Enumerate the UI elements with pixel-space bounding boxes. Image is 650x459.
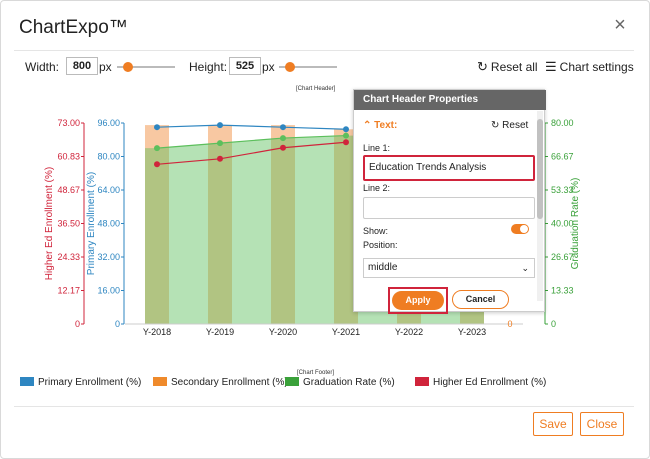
point-graduation [343, 132, 349, 139]
x-tick-label: Y-2020 [269, 327, 297, 337]
chevron-up-icon: ⌃ [363, 120, 375, 131]
height-slider-handle[interactable] [285, 62, 295, 72]
legend-swatch [153, 377, 167, 386]
y-tick-label: 13.33 [551, 286, 574, 296]
y-tick-label: 96.00 [97, 118, 120, 128]
legend-item-graduation[interactable]: Graduation Rate (%) [285, 377, 395, 388]
chevron-down-icon: ⌄ [521, 263, 529, 273]
close-button[interactable]: Close [580, 412, 624, 436]
legend-item-primary[interactable]: Primary Enrollment (%) [20, 377, 141, 388]
y-tick-label: 0 [115, 319, 120, 329]
y-tick-label: 66.67 [551, 152, 574, 162]
point-higher-ed [343, 139, 349, 146]
line-primary [156, 124, 347, 130]
point-higher-ed [154, 161, 160, 168]
line2-label: Line 2: [363, 183, 391, 193]
show-toggle[interactable] [511, 224, 529, 234]
point-graduation [154, 145, 160, 152]
text-section-toggle[interactable]: ⌃ Text: [363, 120, 397, 131]
x-tick-label: Y-2018 [143, 327, 171, 337]
panel-reset-button[interactable]: ↻ Reset [491, 120, 528, 131]
apply-highlight: Apply [388, 287, 448, 314]
point-graduation [280, 135, 286, 142]
width-slider-handle[interactable] [123, 62, 133, 72]
legend-label: Primary Enrollment (%) [38, 377, 142, 388]
width-label: Width: [25, 60, 60, 74]
line1-label: Line 1: [363, 143, 391, 153]
chart-legend: Primary Enrollment (%) Secondary Enrollm… [20, 377, 630, 391]
footer-divider [14, 406, 634, 407]
x-tick-label: Y-2021 [332, 327, 360, 337]
reset-all-button[interactable]: ↻ Reset all [477, 59, 538, 75]
position-label: Position: [363, 240, 398, 250]
reset-icon: ↻ [477, 59, 488, 74]
y-tick-label: 48.67 [57, 185, 80, 195]
y-tick-label: 48.00 [97, 219, 120, 229]
position-select[interactable]: middle ⌄ [363, 258, 535, 278]
text-section-label: Text: [374, 120, 398, 131]
point-higher-ed [217, 155, 223, 162]
chart-settings-label: Chart settings [559, 60, 634, 74]
reset-all-label: Reset all [490, 60, 538, 74]
width-unit: px [99, 60, 112, 74]
y-tick-label: 73.00 [57, 118, 80, 128]
save-button[interactable]: Save [533, 412, 573, 436]
y-tick-label: 80.00 [97, 152, 120, 162]
cancel-button[interactable]: Cancel [452, 290, 509, 309]
height-input[interactable]: 525 [229, 57, 261, 75]
y-axis-title-primary: Primary Enrollment (%) [86, 172, 97, 275]
y-axis-title-graduation: Graduation Rate (%) [570, 178, 581, 270]
height-unit: px [262, 60, 275, 74]
reset-icon: ↻ [491, 120, 503, 131]
chart-footer-placeholder[interactable]: [Chart Footer] [297, 370, 334, 376]
y-tick-label: 60.83 [57, 152, 80, 162]
line1-input[interactable]: Education Trends Analysis [363, 155, 535, 181]
y-tick-label: 64.00 [97, 185, 120, 195]
y-tick-label: 32.00 [97, 252, 120, 262]
y-tick-label: 12.17 [57, 286, 80, 296]
legend-swatch [415, 377, 429, 386]
legend-item-higher-ed[interactable]: Higher Ed Enrollment (%) [415, 377, 546, 388]
point-graduation [217, 140, 223, 147]
point-primary [217, 122, 223, 129]
width-input[interactable]: 800 [66, 57, 98, 75]
chart-canvas: 73.00 60.83 48.67 36.50 24.33 12.17 0 Higher Ed… [44, 118, 581, 337]
chart-header-properties-panel: Chart Header Properties ⌃ Text: ↻ Reset … [353, 89, 546, 314]
sliders-icon: ☰ [545, 59, 557, 74]
legend-label: Graduation Rate (%) [303, 377, 395, 388]
chart-settings-button[interactable]: ☰ Chart settings [545, 59, 634, 75]
point-primary [154, 124, 160, 131]
point-higher-ed [280, 144, 286, 151]
panel-title: Chart Header Properties [354, 90, 546, 110]
y-axis-title-higher_ed: Higher Ed Enrollment (%) [44, 167, 55, 280]
panel-reset-label: Reset [502, 120, 529, 131]
x-tick-label: Y-2019 [206, 327, 234, 337]
position-value: middle [368, 262, 398, 273]
y-tick-label: 24.33 [57, 252, 80, 262]
x-tick-label: Y-2022 [395, 327, 423, 337]
legend-label: Secondary Enrollment (%) [171, 377, 288, 388]
secondary-axis-zero: 0 [507, 319, 512, 329]
y-tick-label: 80.00 [551, 118, 574, 128]
y-tick-label: 36.50 [57, 219, 80, 229]
legend-swatch [285, 377, 299, 386]
show-label: Show: [363, 226, 389, 236]
y-tick-label: 0 [551, 319, 556, 329]
y-tick-label: 0 [75, 319, 80, 329]
line2-input[interactable] [363, 197, 535, 219]
x-tick-label: Y-2023 [458, 327, 486, 337]
point-primary [343, 126, 349, 133]
y-tick-label: 16.00 [97, 286, 120, 296]
legend-item-secondary[interactable]: Secondary Enrollment (%) [153, 377, 288, 388]
header-divider [14, 50, 634, 51]
legend-swatch [20, 377, 34, 386]
height-label: Height: [189, 60, 228, 74]
apply-button[interactable]: Apply [392, 291, 444, 310]
scrollbar-thumb[interactable] [537, 119, 543, 219]
point-primary [280, 124, 286, 131]
legend-label: Higher Ed Enrollment (%) [433, 377, 547, 388]
panel-scrollbar[interactable] [537, 111, 543, 301]
close-icon[interactable]: × [611, 15, 629, 35]
app-title: ChartExpo™ [19, 17, 128, 38]
